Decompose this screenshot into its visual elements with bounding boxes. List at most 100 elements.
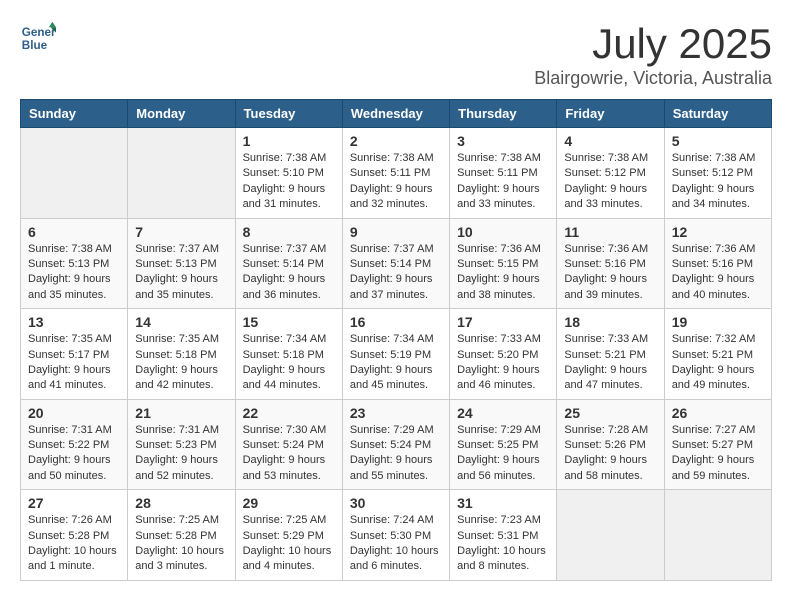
calendar-cell: 9Sunrise: 7:37 AM Sunset: 5:14 PM Daylig… bbox=[342, 218, 449, 309]
day-info: Sunrise: 7:31 AM Sunset: 5:22 PM Dayligh… bbox=[28, 423, 120, 485]
day-info: Sunrise: 7:38 AM Sunset: 5:12 PM Dayligh… bbox=[564, 151, 656, 213]
calendar-cell: 17 Sunrise: 7:33 AM Sunset: 5:20 PM Dayli… bbox=[450, 309, 557, 400]
day-number: 26 bbox=[672, 405, 764, 421]
day-info: Sunrise: 7:38 AM Sunset: 5:10 PM Dayligh… bbox=[243, 151, 335, 213]
day-number: 2 bbox=[350, 133, 442, 149]
day-info: Sunrise: 7:36 AM Sunset: 5:16 PM Dayligh… bbox=[564, 242, 656, 304]
day-number: 7 bbox=[135, 224, 227, 240]
calendar-cell: 12 Sunrise: 7:36 AM Sunset: 5:16 PM Dayli… bbox=[664, 218, 771, 309]
calendar-cell: 16 Sunrise: 7:34 AM Sunset: 5:19 PM Dayli… bbox=[342, 309, 449, 400]
day-number: 16 bbox=[350, 314, 442, 330]
day-number: 3 bbox=[457, 133, 549, 149]
calendar-cell bbox=[557, 490, 664, 581]
day-info: Sunrise: 7:31 AM Sunset: 5:23 PM Dayligh… bbox=[135, 423, 227, 485]
calendar-table: SundayMondayTuesdayWednesdayThursdayFrid… bbox=[20, 99, 772, 581]
day-info: Sunrise: 7:23 AM Sunset: 5:31 PM Dayligh… bbox=[457, 513, 549, 575]
calendar-cell bbox=[128, 128, 235, 219]
day-number: 10 bbox=[457, 224, 549, 240]
svg-text:Blue: Blue bbox=[22, 39, 48, 52]
day-number: 18 bbox=[564, 314, 656, 330]
calendar-cell: 3 Sunrise: 7:38 AM Sunset: 5:11 PM Daylig… bbox=[450, 128, 557, 219]
day-number: 15 bbox=[243, 314, 335, 330]
day-number: 5 bbox=[672, 133, 764, 149]
column-header-thursday: Thursday bbox=[450, 100, 557, 128]
day-info: Sunrise: 7:33 AM Sunset: 5:20 PM Dayligh… bbox=[457, 332, 549, 394]
day-number: 13 bbox=[28, 314, 120, 330]
day-number: 30 bbox=[350, 495, 442, 511]
day-number: 9 bbox=[350, 224, 442, 240]
day-number: 17 bbox=[457, 314, 549, 330]
column-header-friday: Friday bbox=[557, 100, 664, 128]
calendar-cell: 2 Sunrise: 7:38 AM Sunset: 5:11 PM Daylig… bbox=[342, 128, 449, 219]
day-info: Sunrise: 7:36 AM Sunset: 5:16 PM Dayligh… bbox=[672, 242, 764, 304]
day-number: 1 bbox=[243, 133, 335, 149]
day-info: Sunrise: 7:35 AM Sunset: 5:18 PM Dayligh… bbox=[135, 332, 227, 394]
day-number: 8 bbox=[243, 224, 335, 240]
day-number: 20 bbox=[28, 405, 120, 421]
calendar-cell: 20 Sunrise: 7:31 AM Sunset: 5:22 PM Dayli… bbox=[21, 399, 128, 490]
calendar-cell: 14 Sunrise: 7:35 AM Sunset: 5:18 PM Dayli… bbox=[128, 309, 235, 400]
calendar-cell: 26 Sunrise: 7:27 AM Sunset: 5:27 PM Dayli… bbox=[664, 399, 771, 490]
day-info: Sunrise: 7:38 AM Sunset: 5:13 PM Dayligh… bbox=[28, 242, 120, 304]
calendar-cell bbox=[664, 490, 771, 581]
column-header-sunday: Sunday bbox=[21, 100, 128, 128]
calendar-cell: 15 Sunrise: 7:34 AM Sunset: 5:18 PM Dayli… bbox=[235, 309, 342, 400]
calendar-cell: 4Sunrise: 7:38 AM Sunset: 5:12 PM Daylig… bbox=[557, 128, 664, 219]
day-number: 6 bbox=[28, 224, 120, 240]
day-number: 11 bbox=[564, 224, 656, 240]
column-header-wednesday: Wednesday bbox=[342, 100, 449, 128]
day-number: 31 bbox=[457, 495, 549, 511]
day-number: 14 bbox=[135, 314, 227, 330]
day-number: 12 bbox=[672, 224, 764, 240]
calendar-cell: 29 Sunrise: 7:25 AM Sunset: 5:29 PM Dayli… bbox=[235, 490, 342, 581]
calendar-cell: 30 Sunrise: 7:24 AM Sunset: 5:30 PM Dayli… bbox=[342, 490, 449, 581]
calendar-cell: 5 Sunrise: 7:38 AM Sunset: 5:12 PM Daylig… bbox=[664, 128, 771, 219]
day-info: Sunrise: 7:24 AM Sunset: 5:30 PM Dayligh… bbox=[350, 513, 442, 575]
day-number: 25 bbox=[564, 405, 656, 421]
title-section: July 2025 Blairgowrie, Victoria, Austral… bbox=[534, 20, 772, 89]
day-info: Sunrise: 7:38 AM Sunset: 5:11 PM Dayligh… bbox=[350, 151, 442, 213]
calendar-cell: 8 Sunrise: 7:37 AM Sunset: 5:14 PM Daylig… bbox=[235, 218, 342, 309]
day-info: Sunrise: 7:37 AM Sunset: 5:14 PM Dayligh… bbox=[243, 242, 335, 304]
calendar-cell: 24 Sunrise: 7:29 AM Sunset: 5:25 PM Dayli… bbox=[450, 399, 557, 490]
month-title: July 2025 bbox=[534, 20, 772, 68]
day-info: Sunrise: 7:38 AM Sunset: 5:12 PM Dayligh… bbox=[672, 151, 764, 213]
day-number: 27 bbox=[28, 495, 120, 511]
calendar-cell: 22Sunrise: 7:30 AM Sunset: 5:24 PM Dayli… bbox=[235, 399, 342, 490]
calendar-cell: 21Sunrise: 7:31 AM Sunset: 5:23 PM Dayli… bbox=[128, 399, 235, 490]
calendar-cell: 6 Sunrise: 7:38 AM Sunset: 5:13 PM Daylig… bbox=[21, 218, 128, 309]
day-info: Sunrise: 7:36 AM Sunset: 5:15 PM Dayligh… bbox=[457, 242, 549, 304]
day-info: Sunrise: 7:25 AM Sunset: 5:28 PM Dayligh… bbox=[135, 513, 227, 575]
svg-text:General: General bbox=[22, 26, 56, 39]
calendar-cell: 27 Sunrise: 7:26 AM Sunset: 5:28 PM Dayli… bbox=[21, 490, 128, 581]
day-number: 19 bbox=[672, 314, 764, 330]
calendar-cell: 18Sunrise: 7:33 AM Sunset: 5:21 PM Dayli… bbox=[557, 309, 664, 400]
calendar-cell: 19 Sunrise: 7:32 AM Sunset: 5:21 PM Dayli… bbox=[664, 309, 771, 400]
day-number: 29 bbox=[243, 495, 335, 511]
column-header-tuesday: Tuesday bbox=[235, 100, 342, 128]
day-info: Sunrise: 7:26 AM Sunset: 5:28 PM Dayligh… bbox=[28, 513, 120, 575]
day-number: 22 bbox=[243, 405, 335, 421]
day-info: Sunrise: 7:29 AM Sunset: 5:24 PM Dayligh… bbox=[350, 423, 442, 485]
day-number: 24 bbox=[457, 405, 549, 421]
calendar-cell: 10 Sunrise: 7:36 AM Sunset: 5:15 PM Dayli… bbox=[450, 218, 557, 309]
location-title: Blairgowrie, Victoria, Australia bbox=[534, 68, 772, 89]
day-info: Sunrise: 7:25 AM Sunset: 5:29 PM Dayligh… bbox=[243, 513, 335, 575]
day-info: Sunrise: 7:32 AM Sunset: 5:21 PM Dayligh… bbox=[672, 332, 764, 394]
day-info: Sunrise: 7:37 AM Sunset: 5:13 PM Dayligh… bbox=[135, 242, 227, 304]
calendar-cell: 11 Sunrise: 7:36 AM Sunset: 5:16 PM Dayli… bbox=[557, 218, 664, 309]
calendar-cell: 7 Sunrise: 7:37 AM Sunset: 5:13 PM Daylig… bbox=[128, 218, 235, 309]
calendar-cell: 31 Sunrise: 7:23 AM Sunset: 5:31 PM Dayli… bbox=[450, 490, 557, 581]
day-info: Sunrise: 7:35 AM Sunset: 5:17 PM Dayligh… bbox=[28, 332, 120, 394]
day-info: Sunrise: 7:28 AM Sunset: 5:26 PM Dayligh… bbox=[564, 423, 656, 485]
calendar-cell: 28 Sunrise: 7:25 AM Sunset: 5:28 PM Dayli… bbox=[128, 490, 235, 581]
day-info: Sunrise: 7:34 AM Sunset: 5:18 PM Dayligh… bbox=[243, 332, 335, 394]
day-info: Sunrise: 7:34 AM Sunset: 5:19 PM Dayligh… bbox=[350, 332, 442, 394]
day-info: Sunrise: 7:27 AM Sunset: 5:27 PM Dayligh… bbox=[672, 423, 764, 485]
day-info: Sunrise: 7:38 AM Sunset: 5:11 PM Dayligh… bbox=[457, 151, 549, 213]
column-header-monday: Monday bbox=[128, 100, 235, 128]
day-info: Sunrise: 7:29 AM Sunset: 5:25 PM Dayligh… bbox=[457, 423, 549, 485]
logo: General Blue bbox=[20, 20, 56, 56]
column-header-saturday: Saturday bbox=[664, 100, 771, 128]
day-number: 28 bbox=[135, 495, 227, 511]
